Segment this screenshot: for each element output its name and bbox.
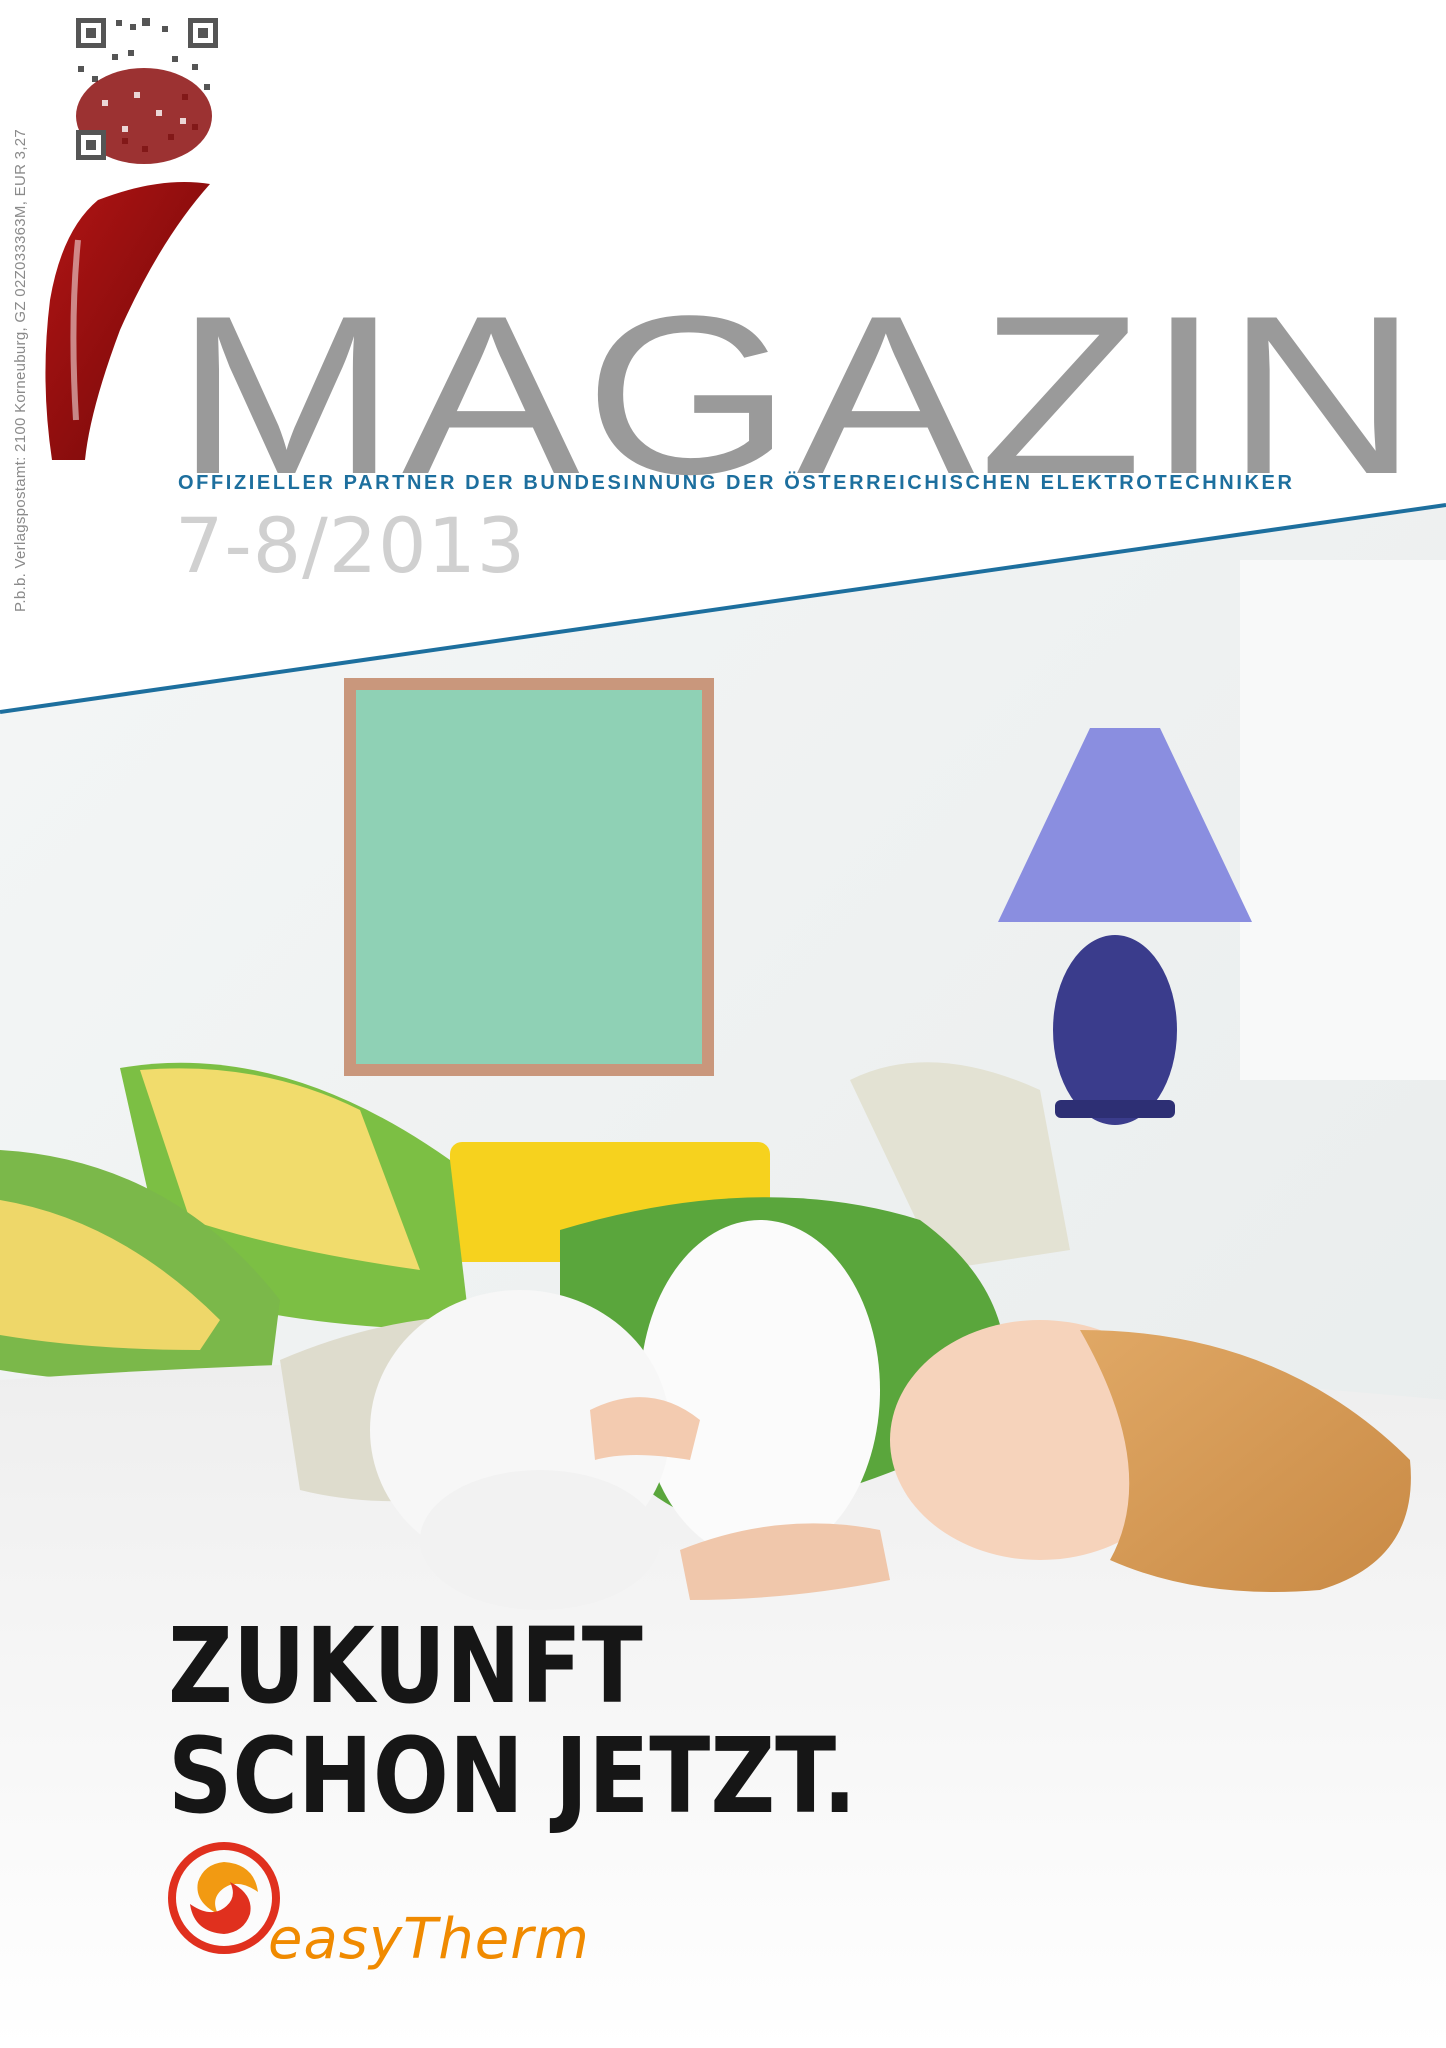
issue-number: 7-8/2013	[175, 501, 527, 590]
brand-name: easyTherm	[268, 1907, 590, 1972]
headline-line-2: SCHON JETZT.	[168, 1715, 857, 1837]
qr-code-icon	[72, 14, 222, 164]
masthead-subtitle: OFFIZIELLER PARTNER DER BUNDESINNUNG DER…	[178, 472, 1295, 494]
postal-notice: P.b.b. Verlagspostamt: 2100 Korneuburg, …	[12, 128, 29, 612]
easytherm-swirl-icon	[168, 1842, 280, 1954]
headline-line-1: ZUKUNFT	[168, 1605, 643, 1727]
